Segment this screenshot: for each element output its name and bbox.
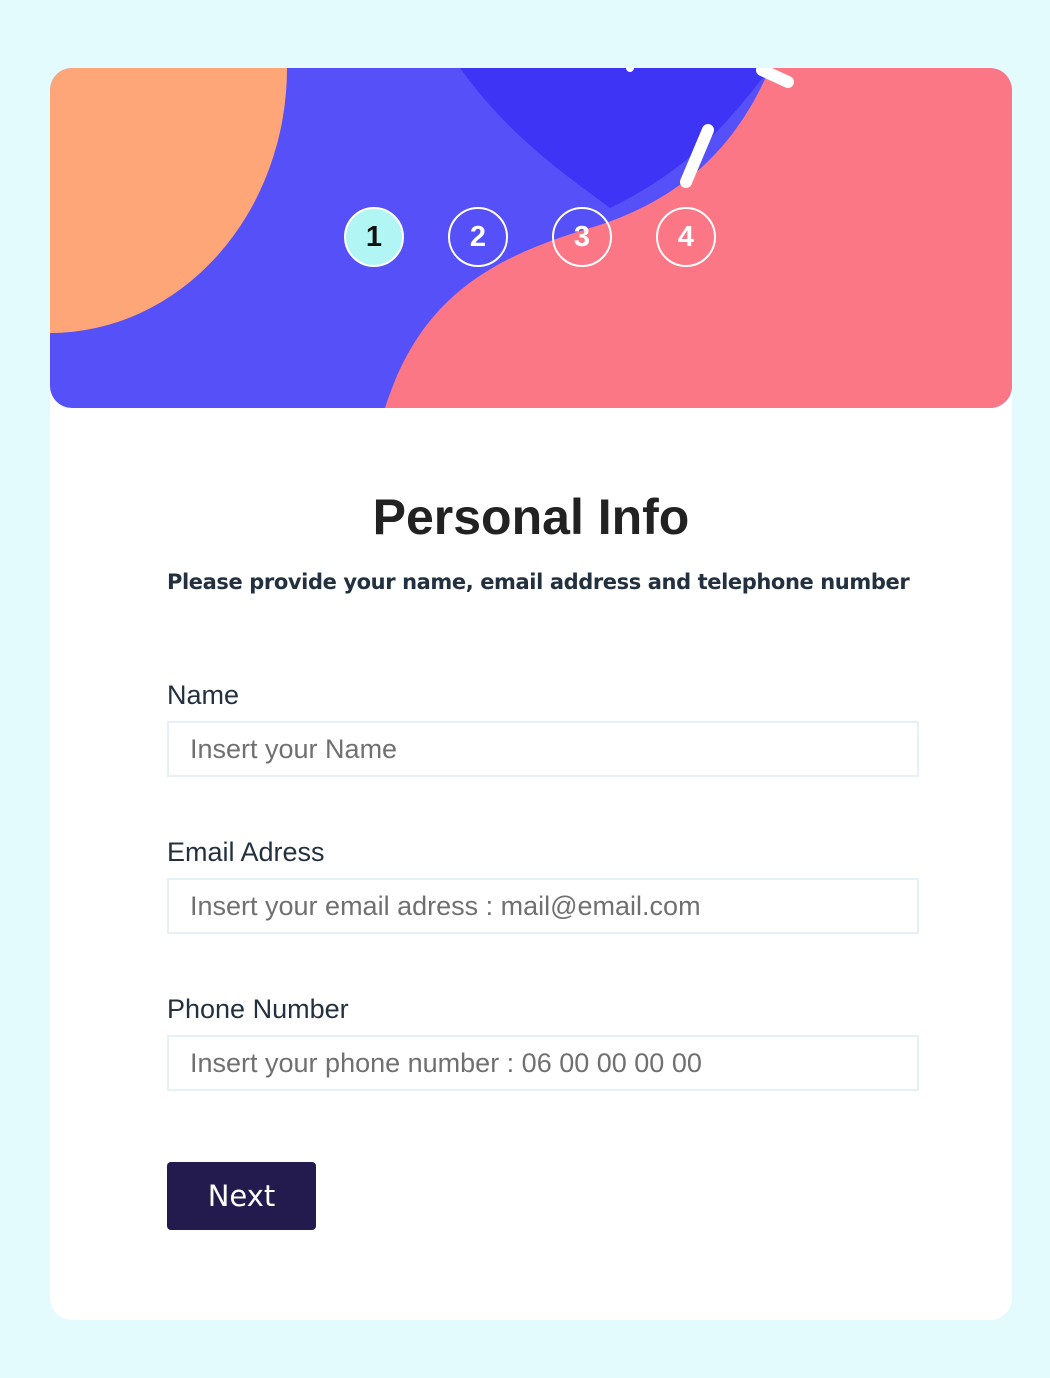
header-banner: 1 2 3 4 bbox=[50, 68, 1012, 408]
page-title: Personal Info bbox=[372, 489, 690, 545]
email-input[interactable] bbox=[167, 878, 919, 934]
step-4[interactable]: 4 bbox=[656, 207, 716, 267]
name-label: Name bbox=[167, 680, 240, 710]
form-card: 1 2 3 4 Personal Info Please provide you… bbox=[50, 68, 1012, 1320]
next-button[interactable]: Next bbox=[167, 1162, 316, 1230]
step-3[interactable]: 3 bbox=[552, 207, 612, 267]
step-2[interactable]: 2 bbox=[448, 207, 508, 267]
email-label: Email Adress bbox=[167, 837, 325, 867]
phone-input[interactable] bbox=[167, 1035, 919, 1091]
page-subtitle: Please provide your name, email address … bbox=[167, 570, 910, 594]
step-1[interactable]: 1 bbox=[344, 207, 404, 267]
phone-label: Phone Number bbox=[167, 994, 349, 1024]
step-indicator: 1 2 3 4 bbox=[50, 68, 1012, 408]
name-input[interactable] bbox=[167, 721, 919, 777]
